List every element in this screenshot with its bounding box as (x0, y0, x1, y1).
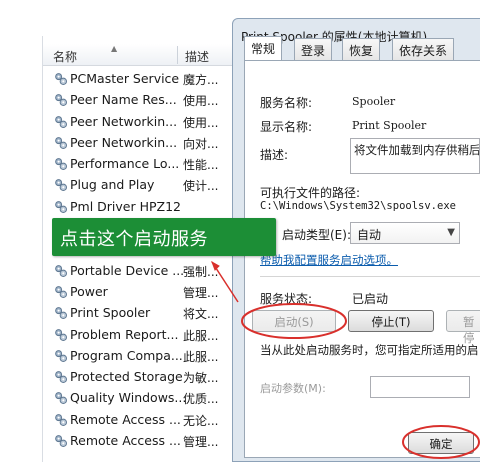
service-row[interactable]: Peer Networkin... 使用... (43, 111, 243, 132)
service-name: Quality Windows... (70, 390, 187, 406)
service-desc: 无论... (183, 413, 219, 428)
service-gear-icon (53, 412, 68, 427)
service-desc: 性能... (183, 158, 219, 173)
service-name-value: Spooler (352, 95, 396, 108)
service-gear-icon (53, 348, 68, 363)
service-row[interactable]: Power 管理... (43, 281, 243, 302)
start-params-hint: 当从此处启动服务时，您可指定所适用的启 (260, 343, 479, 357)
service-desc: 向对... (183, 136, 219, 151)
service-name: Remote Access ... (70, 433, 181, 449)
ok-button[interactable]: 确定 (408, 432, 474, 454)
service-name: Power (70, 283, 108, 299)
service-desc: 强制... (183, 264, 219, 279)
services-list: PCMaster Service 魔方... Peer Name Res... 使用.… (43, 68, 243, 451)
service-gear-icon (53, 177, 68, 192)
tab-general[interactable]: 常规 (244, 36, 283, 60)
service-row[interactable]: Program Compa... 此服... (43, 345, 243, 366)
service-row[interactable]: Plug and Play 使计... (43, 174, 243, 195)
instruction-callout: 点击这个启动服务 (52, 218, 276, 256)
service-name: Plug and Play (70, 177, 155, 193)
service-row[interactable]: Peer Networkin... 向对... (43, 132, 243, 153)
service-row[interactable]: Remote Access ... 无论... (43, 409, 243, 430)
service-gear-icon (53, 114, 68, 129)
display-name-label: 显示名称: (260, 120, 313, 134)
service-name: Protected Storage (70, 369, 183, 385)
stop-button[interactable]: 停止(T) (348, 310, 434, 332)
tab-recovery[interactable]: 恢复 (342, 38, 381, 60)
service-name: Performance Lo... (70, 156, 180, 172)
help-configure-link[interactable]: 帮助我配置服务启动选项。 (260, 252, 398, 268)
service-desc: 使计... (183, 179, 219, 194)
service-gear-icon (53, 369, 68, 384)
service-desc: 使用... (183, 115, 219, 130)
service-gear-icon (53, 305, 68, 320)
pause-button[interactable]: 暂停 (446, 310, 480, 345)
start-params-label: 启动参数(M): (260, 382, 326, 395)
callout-text: 点击这个启动服务 (60, 229, 208, 250)
service-name: Print Spooler (70, 305, 151, 321)
service-row[interactable]: Performance Lo... 性能... (43, 153, 243, 174)
service-name: Portable Device ... (70, 262, 185, 278)
service-desc: 管理... (183, 435, 219, 450)
display-name-value: Print Spooler (352, 119, 427, 132)
service-desc: 将文... (183, 307, 219, 322)
service-gear-icon (53, 263, 68, 278)
service-row[interactable]: Quality Windows... 优质... (43, 387, 243, 408)
description-box[interactable]: 将文件加载到内存供稍后 (350, 138, 480, 174)
column-header-name[interactable]: 名称 (53, 48, 77, 65)
service-desc: 此服... (183, 328, 219, 343)
service-name: PCMaster Service (70, 71, 180, 86)
service-row[interactable]: Peer Name Res... 使用... (43, 89, 243, 110)
service-name: Program Compa... (70, 347, 183, 363)
description-label: 描述: (260, 148, 289, 162)
service-gear-icon (53, 284, 68, 299)
service-desc: 此服... (183, 349, 219, 364)
description-value: 将文件加载到内存供稍后 (354, 143, 480, 157)
service-gear-icon (53, 390, 68, 405)
service-name: Peer Name Res... (70, 92, 177, 108)
service-name: Peer Networkin... (70, 134, 178, 150)
column-divider[interactable] (177, 46, 178, 64)
service-row[interactable]: Portable Device ... 强制... (43, 260, 243, 281)
startup-type-select[interactable]: 自动 ▼ (350, 222, 460, 244)
service-name: Pml Driver HPZ12 (70, 198, 182, 214)
start-params-input[interactable] (370, 376, 470, 398)
service-row[interactable]: Print Spooler 将文... (43, 302, 243, 323)
sort-up-icon: ▲ (111, 44, 118, 53)
chevron-down-icon: ▼ (447, 227, 455, 238)
service-desc: 魔方... (183, 73, 219, 87)
service-status-value: 已启动 (352, 292, 389, 306)
service-row[interactable]: Problem Report... 此服... (43, 324, 243, 345)
service-row[interactable]: Pml Driver HPZ12 (43, 196, 243, 217)
startup-type-value: 自动 (357, 228, 382, 242)
tab-dependencies[interactable]: 依存关系 (392, 38, 455, 60)
start-button[interactable]: 启动(S) (252, 310, 336, 332)
service-desc: 管理... (183, 285, 219, 300)
exe-path-value: C:\Windows\System32\spoolsv.exe (260, 200, 456, 212)
service-row[interactable]: Protected Storage 为敏... (43, 366, 243, 387)
column-header-desc[interactable]: 描述 (185, 48, 209, 65)
service-gear-icon (53, 92, 68, 107)
service-status-label: 服务状态: (260, 292, 313, 306)
service-name: Peer Networkin... (70, 113, 178, 129)
exe-path-label: 可执行文件的路径: (260, 186, 361, 200)
service-gear-icon (53, 71, 68, 86)
service-name: Remote Access ... (70, 411, 181, 427)
service-name-label: 服务名称: (260, 96, 313, 110)
service-gear-icon (53, 327, 68, 342)
service-name: Problem Report... (70, 326, 179, 342)
service-gear-icon (53, 199, 68, 214)
tab-logon[interactable]: 登录 (294, 38, 333, 60)
service-gear-icon (53, 135, 68, 150)
service-desc: 使用... (183, 94, 219, 109)
divider (260, 276, 480, 277)
service-gear-icon (53, 156, 68, 171)
service-row[interactable]: PCMaster Service 魔方... (43, 68, 243, 89)
service-desc: 优质... (183, 392, 219, 407)
service-gear-icon (53, 433, 68, 448)
service-desc: 为敏... (183, 371, 219, 386)
startup-type-label: 启动类型(E): (282, 228, 351, 242)
services-list-header: 名称 ▲ 描述 (43, 44, 243, 66)
service-row[interactable]: Remote Access ... 管理... (43, 430, 243, 451)
